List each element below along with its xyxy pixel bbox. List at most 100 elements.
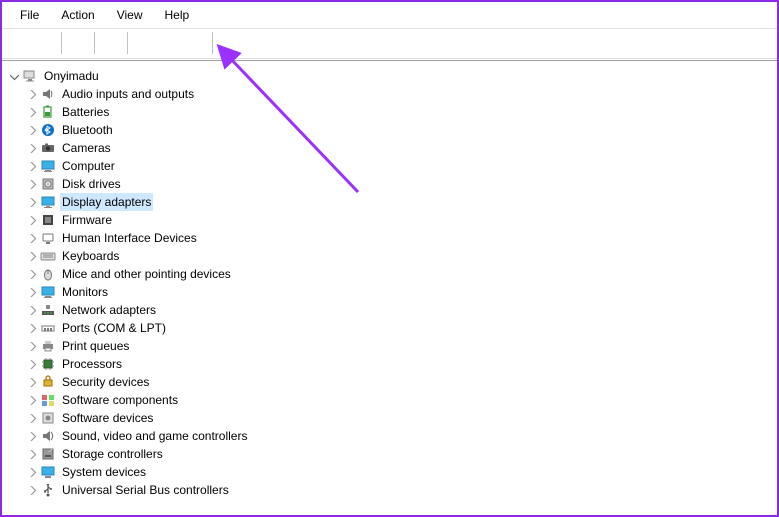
tree-root-label: Onyimadu — [42, 67, 101, 85]
bluetooth-icon — [40, 122, 56, 138]
tree-item-sound[interactable]: Sound, video and game controllers — [6, 427, 773, 445]
action-menu-button[interactable] — [158, 31, 182, 55]
tree-item-label: Human Interface Devices — [60, 229, 199, 247]
tree-item-label: Monitors — [60, 283, 110, 301]
expander-closed-icon[interactable] — [24, 212, 40, 228]
tree-item-camera[interactable]: Cameras — [6, 139, 773, 157]
tree-item-label: Bluetooth — [60, 121, 115, 139]
swdev-icon — [40, 410, 56, 426]
expander-closed-icon[interactable] — [24, 410, 40, 426]
tree-item-label: Keyboards — [60, 247, 121, 265]
tree-item-security[interactable]: Security devices — [6, 373, 773, 391]
expander-closed-icon[interactable] — [24, 338, 40, 354]
monitor-icon — [40, 284, 56, 300]
expander-closed-icon[interactable] — [24, 284, 40, 300]
tree-item-port[interactable]: Ports (COM & LPT) — [6, 319, 773, 337]
tree-item-label: Computer — [60, 157, 117, 175]
menu-help[interactable]: Help — [155, 6, 200, 24]
expander-closed-icon[interactable] — [24, 248, 40, 264]
tree-item-label: Print queues — [60, 337, 131, 355]
tree-item-swdev[interactable]: Software devices — [6, 409, 773, 427]
tree-item-swcomp[interactable]: Software components — [6, 391, 773, 409]
tree-item-hid[interactable]: Human Interface Devices — [6, 229, 773, 247]
help-button[interactable]: ? — [132, 31, 156, 55]
tree-item-cpu[interactable]: Processors — [6, 355, 773, 373]
tree-item-printer[interactable]: Print queues — [6, 337, 773, 355]
expander-closed-icon[interactable] — [24, 158, 40, 174]
tree-item-audio[interactable]: Audio inputs and outputs — [6, 85, 773, 103]
properties-button[interactable] — [99, 31, 123, 55]
tree-item-bluetooth[interactable]: Bluetooth — [6, 121, 773, 139]
sound-icon — [40, 428, 56, 444]
firmware-icon — [40, 212, 56, 228]
forward-button[interactable] — [33, 31, 57, 55]
expander-closed-icon[interactable] — [24, 86, 40, 102]
expander-closed-icon[interactable] — [24, 464, 40, 480]
tree-item-keyboard[interactable]: Keyboards — [6, 247, 773, 265]
printer-icon — [40, 338, 56, 354]
expander-closed-icon[interactable] — [24, 320, 40, 336]
tree-item-label: Disk drives — [60, 175, 123, 193]
expander-closed-icon[interactable] — [24, 194, 40, 210]
tree-item-disk[interactable]: Disk drives — [6, 175, 773, 193]
tree-item-mouse[interactable]: Mice and other pointing devices — [6, 265, 773, 283]
tree-item-firmware[interactable]: Firmware — [6, 211, 773, 229]
tree-root[interactable]: Onyimadu — [6, 67, 773, 85]
port-icon — [40, 320, 56, 336]
tree-item-system[interactable]: System devices — [6, 463, 773, 481]
tree-item-label: Software devices — [60, 409, 155, 427]
system-icon — [40, 464, 56, 480]
toolbar: ? — [2, 29, 777, 57]
expander-closed-icon[interactable] — [24, 356, 40, 372]
expander-closed-icon[interactable] — [24, 230, 40, 246]
usb-icon — [40, 482, 56, 498]
expander-closed-icon[interactable] — [24, 446, 40, 462]
expander-closed-icon[interactable] — [24, 482, 40, 498]
device-tree[interactable]: Onyimadu Audio inputs and outputsBatteri… — [2, 61, 777, 516]
computer-icon — [40, 158, 56, 174]
display-icon — [40, 194, 56, 210]
tree-item-storage[interactable]: Storage controllers — [6, 445, 773, 463]
menu-file[interactable]: File — [10, 6, 49, 24]
tree-item-label: System devices — [60, 463, 148, 481]
tree-item-label: Processors — [60, 355, 124, 373]
scan-hardware-button[interactable] — [217, 31, 241, 55]
expander-open-icon[interactable] — [6, 68, 22, 84]
security-icon — [40, 374, 56, 390]
tree-item-label: Universal Serial Bus controllers — [60, 481, 231, 499]
expander-closed-icon[interactable] — [24, 176, 40, 192]
tree-item-label: Software components — [60, 391, 180, 409]
mouse-icon — [40, 266, 56, 282]
tree-item-label: Cameras — [60, 139, 113, 157]
expander-closed-icon[interactable] — [24, 392, 40, 408]
expander-closed-icon[interactable] — [24, 374, 40, 390]
menu-bar: File Action View Help — [2, 2, 777, 28]
expander-closed-icon[interactable] — [24, 122, 40, 138]
show-connection-tree-button[interactable] — [66, 31, 90, 55]
expander-closed-icon[interactable] — [24, 104, 40, 120]
tree-item-label: Mice and other pointing devices — [60, 265, 233, 283]
update-driver-button[interactable] — [184, 31, 208, 55]
audio-icon — [40, 86, 56, 102]
tree-item-usb[interactable]: Universal Serial Bus controllers — [6, 481, 773, 499]
back-button[interactable] — [7, 31, 31, 55]
tree-item-monitor[interactable]: Monitors — [6, 283, 773, 301]
tree-item-label: Security devices — [60, 373, 151, 391]
camera-icon — [40, 140, 56, 156]
tree-item-battery[interactable]: Batteries — [6, 103, 773, 121]
expander-closed-icon[interactable] — [24, 428, 40, 444]
tree-item-network[interactable]: Network adapters — [6, 301, 773, 319]
tree-item-label: Network adapters — [60, 301, 158, 319]
expander-closed-icon[interactable] — [24, 140, 40, 156]
storage-icon — [40, 446, 56, 462]
network-icon — [40, 302, 56, 318]
menu-action[interactable]: Action — [51, 6, 104, 24]
expander-closed-icon[interactable] — [24, 266, 40, 282]
tree-item-computer[interactable]: Computer — [6, 157, 773, 175]
expander-closed-icon[interactable] — [24, 302, 40, 318]
tree-item-label: Sound, video and game controllers — [60, 427, 249, 445]
tree-item-display[interactable]: Display adapters — [6, 193, 773, 211]
separator — [212, 32, 213, 54]
menu-view[interactable]: View — [107, 6, 153, 24]
keyboard-icon — [40, 248, 56, 264]
